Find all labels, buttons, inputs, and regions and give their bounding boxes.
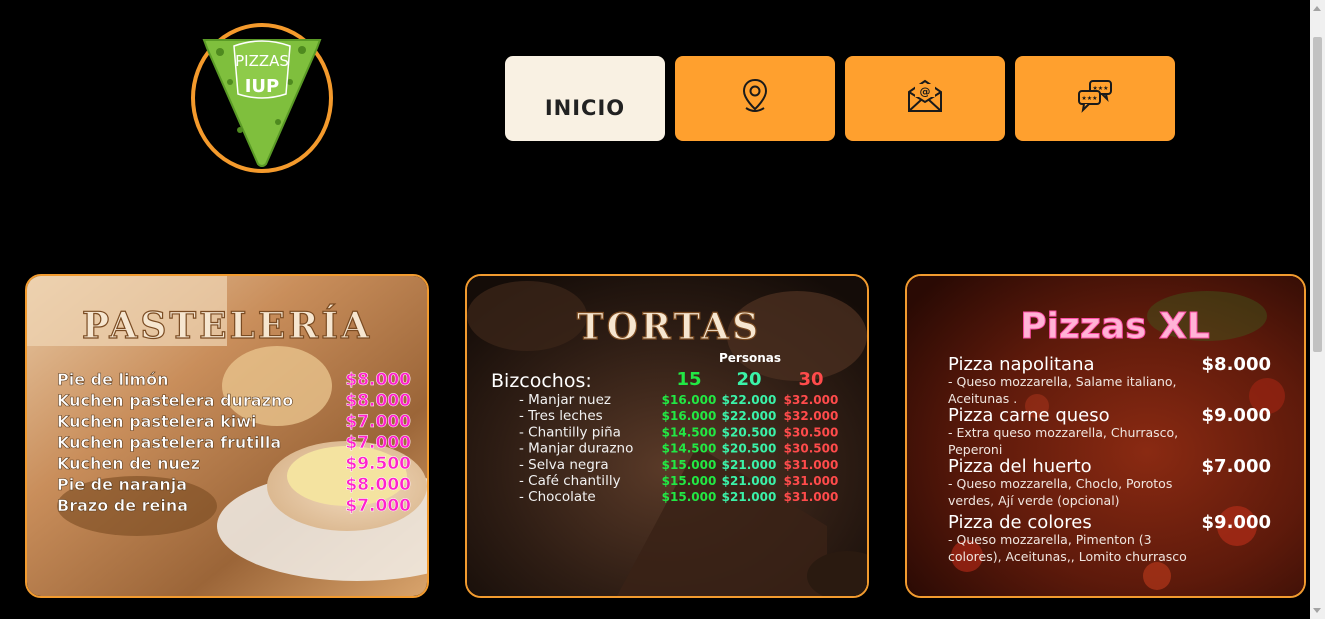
pasteleria-menu: PASTELERÍA Pie de limón $8.000 Kuchen past… [27,276,427,596]
pasteleria-item-name: Pie de limón [57,370,169,389]
size-30: 30 [798,369,823,390]
torta-item-name: - Café chantilly [519,473,621,489]
logo-text-iup: IUP [245,76,280,97]
torta-item-name: - Chocolate [519,489,596,505]
pizzas-title: Pizzas XL [1020,306,1210,347]
pizza-item-price: $9.000 [1202,512,1271,533]
pasteleria-item-name: Kuchen pastelera frutilla [57,433,281,452]
pasteleria-item-price: $9.500 [345,454,411,474]
pasteleria-item-name: Kuchen pastelera kiwi [57,412,256,431]
torta-item-name: - Manjar durazno [519,441,633,457]
tortas-card[interactable]: TORTAS Personas Bizcochos: 15 20 30 - Ma… [465,274,869,598]
torta-price-15: $14.500 [662,442,717,456]
pizza-item-name: Pizza napolitana [948,354,1095,375]
torta-price-20: $21.000 [722,458,777,472]
torta-price-30: $31.000 [784,458,839,472]
nav-home-button[interactable]: INICIO [505,56,665,141]
chat-rating-icon: ★★★ ★★★ [1078,79,1112,113]
torta-price-15: $15.000 [662,490,717,504]
svg-text:★★★: ★★★ [1092,85,1108,92]
map-pin-icon [742,78,768,112]
torta-price-15: $14.500 [662,425,717,439]
pizza-item-desc: - Queso mozzarella, Salame italiano, [948,374,1177,389]
torta-price-20: $21.000 [722,490,777,504]
torta-price-15: $16.000 [662,409,717,423]
pasteleria-item-price: $7.000 [345,433,411,453]
torta-item-name: - Manjar nuez [519,392,611,408]
envelope-at-icon: @ [908,79,942,112]
torta-item-name: - Selva negra [519,457,609,473]
torta-price-20: $22.000 [722,409,777,423]
pizza-item-price: $8.000 [1202,354,1271,375]
torta-price-30: $30.500 [784,425,839,439]
pasteleria-title: PASTELERÍA [82,305,372,347]
size-15: 15 [676,369,701,390]
torta-price-20: $20.500 [722,442,777,456]
pizza-item-desc: - Queso mozzarella, Pimenton (3 [948,532,1152,547]
nav-location-button[interactable] [675,56,835,141]
size-20: 20 [736,369,761,390]
pasteleria-item-name: Kuchen de nuez [57,454,200,473]
vertical-scrollbar[interactable] [1310,0,1325,619]
pizza-item-name: Pizza carne queso [948,405,1110,426]
nav-home-label: INICIO [544,95,626,120]
torta-price-20: $22.000 [722,393,777,407]
pizza-item-name: Pizza de colores [948,512,1092,533]
torta-price-20: $21.000 [722,474,777,488]
torta-price-30: $32.000 [784,393,839,407]
torta-price-15: $15.000 [662,474,717,488]
pizzas-card[interactable]: Pizzas XL Pizza napolitana $8.000 - Queso … [905,274,1306,598]
nav-mail-button[interactable]: @ [845,56,1005,141]
pasteleria-item-name: Brazo de reina [57,496,188,515]
pizza-item-desc: Aceitunas . [948,391,1017,406]
svg-text:★★★: ★★★ [1081,95,1097,102]
pizza-item-price: $7.000 [1202,456,1271,477]
scroll-up-arrow-icon[interactable] [1313,6,1321,11]
svg-text:@: @ [920,85,931,98]
pasteleria-item-price: $8.000 [345,370,411,390]
torta-price-30: $31.000 [784,490,839,504]
pizza-item-name: Pizza del huerto [948,456,1092,477]
tortas-menu: TORTAS Personas Bizcochos: 15 20 30 - Ma… [467,276,867,596]
pasteleria-item-price: $7.000 [345,412,411,432]
pizza-item-desc: verdes, Ají verde (opcional) [948,493,1120,508]
pizza-item-desc: - Extra queso mozzarella, Churrasco, [948,425,1178,440]
personas-label: Personas [719,351,781,365]
pasteleria-item-price: $8.000 [345,475,411,495]
pasteleria-item-name: Pie de naranja [57,475,187,494]
torta-item-name: - Chantilly piña [519,424,621,440]
nav-reviews-button[interactable]: ★★★ ★★★ [1015,56,1175,141]
pasteleria-item-name: Kuchen pastelera durazno [57,391,293,410]
logo-text-pizzas: PIZZAS [235,52,289,70]
bizcochos-label: Bizcochos: [491,370,592,392]
pizzas-menu: Pizzas XL Pizza napolitana $8.000 - Queso … [907,276,1304,596]
scroll-down-arrow-icon[interactable] [1313,608,1321,613]
torta-price-15: $16.000 [662,393,717,407]
pasteleria-card[interactable]: PASTELERÍA Pie de limón $8.000 Kuchen past… [25,274,429,598]
pizza-item-desc: - Queso mozzarella, Choclo, Porotos [948,476,1172,491]
torta-price-20: $20.500 [722,425,777,439]
torta-price-30: $32.000 [784,409,839,423]
pasteleria-item-price: $8.000 [345,391,411,411]
pizza-item-price: $9.000 [1202,405,1271,426]
torta-item-name: - Tres leches [519,408,603,424]
pizza-item-desc: colores), Aceitunas,, Lomito churrasco [948,549,1187,564]
torta-price-30: $31.000 [784,474,839,488]
pizza-item-desc: Peperoni [948,442,1002,457]
pasteleria-item-price: $7.000 [345,496,411,516]
scrollbar-thumb[interactable] [1313,37,1322,352]
torta-price-15: $15.000 [662,458,717,472]
torta-price-30: $30.500 [784,442,839,456]
pizzas-iup-logo[interactable]: PIZZAS IUP [190,22,334,174]
tortas-title: TORTAS [577,306,761,348]
